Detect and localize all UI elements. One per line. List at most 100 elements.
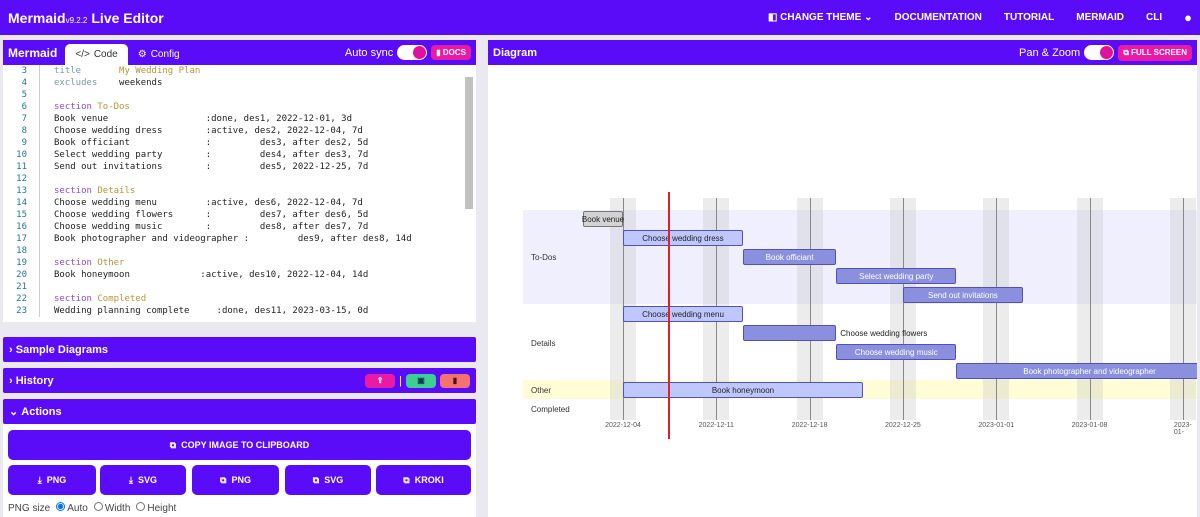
nav-tutorial[interactable]: TUTORIAL bbox=[1004, 12, 1054, 23]
code-line: 16 Choose wedding music : des8, after des… bbox=[3, 221, 476, 233]
download-icon: ⤓ bbox=[129, 474, 133, 485]
version: v9.2.2 bbox=[65, 15, 88, 25]
copy-image-button[interactable]: ⧉ COPY IMAGE TO CLIPBOARD bbox=[8, 430, 471, 460]
code-line: 12 bbox=[3, 173, 476, 185]
tab-label: Code bbox=[93, 49, 118, 60]
gantt-chart[interactable]: 2022-12-04 2022-12-11 2022-12-18 2022-12-25… bbox=[488, 65, 1197, 517]
clear-history-button[interactable]: ▮ bbox=[440, 373, 470, 388]
trash-icon: ▮ bbox=[452, 375, 458, 385]
github-icon[interactable]: ● bbox=[1184, 10, 1192, 25]
save-icon: ▣ bbox=[417, 375, 425, 385]
code-line: 7 Book venue :done, des1, 2022-12-01, 3d bbox=[3, 113, 476, 125]
code-token: Book honeymoon :active, des10, 2022-12-0… bbox=[54, 270, 369, 280]
code-icon: </> bbox=[75, 49, 90, 60]
radio-label: Auto bbox=[67, 503, 88, 514]
export-png-button[interactable]: ⧉ PNG bbox=[192, 465, 279, 495]
book-icon: ▮ bbox=[436, 48, 441, 57]
fullscreen-button[interactable]: ⧉ FULL SCREEN bbox=[1118, 44, 1192, 61]
export-svg-button[interactable]: ⤓ SVG bbox=[100, 465, 186, 495]
panzoom-label: Pan & Zoom bbox=[1019, 46, 1081, 59]
button-label: PNG bbox=[46, 475, 67, 485]
theme-icon: ◧ bbox=[767, 12, 778, 23]
grid-line bbox=[1182, 198, 1184, 420]
line-text: Choose wedding menu :active, des6, 2022-… bbox=[39, 197, 476, 209]
code-line: 13 section Details bbox=[3, 185, 476, 197]
png-size-width[interactable]: Width bbox=[93, 502, 131, 514]
accordion-label: Actions bbox=[21, 405, 62, 418]
tick-label: 2022-12-04 bbox=[605, 422, 641, 429]
code-token: weekends bbox=[119, 78, 163, 88]
code-editor[interactable]: 3 title My Wedding Plan 4 excludes weekends… bbox=[3, 65, 476, 322]
task-bar: Choose wedding flowers bbox=[742, 325, 927, 341]
export-kroki-button[interactable]: ⧉ KROKI bbox=[376, 465, 471, 495]
export-svg-button[interactable]: ⧉ SVG bbox=[285, 465, 371, 495]
line-text: section To-Dos bbox=[39, 101, 476, 113]
radio-auto[interactable] bbox=[56, 502, 66, 511]
autosync-toggle[interactable] bbox=[397, 45, 428, 60]
code-token: Book photographer and videographer : des… bbox=[54, 234, 412, 244]
line-text: section Details bbox=[39, 185, 476, 197]
code-line: 3 title My Wedding Plan bbox=[3, 65, 476, 77]
save-history-button[interactable]: ▣ bbox=[406, 373, 436, 388]
line-number: 7 bbox=[21, 114, 27, 124]
code-token: Select wedding party : des4, after des3,… bbox=[54, 150, 369, 160]
docs-button[interactable]: ▮ DOCS bbox=[431, 45, 471, 60]
line-text bbox=[39, 89, 476, 101]
code-token: Choose wedding menu :active, des6, 2022-… bbox=[54, 198, 363, 208]
line-text: section Other bbox=[39, 257, 476, 269]
line-number: 16 bbox=[16, 222, 27, 232]
code-token: excludes bbox=[54, 78, 120, 88]
brand-name: Mermaid bbox=[8, 9, 66, 26]
sample-diagrams-accordion[interactable]: › Sample Diagrams bbox=[3, 337, 476, 362]
line-number: 3 bbox=[21, 66, 27, 76]
radio-width[interactable] bbox=[93, 502, 103, 511]
tab-code[interactable]: </> Code bbox=[65, 44, 128, 65]
png-size-height[interactable]: Height bbox=[136, 502, 176, 514]
line-number: 20 bbox=[16, 270, 27, 280]
line-number: 10 bbox=[16, 150, 27, 160]
button-label: SVG bbox=[137, 475, 157, 485]
line-text: Choose wedding dress :active, des2, 2022… bbox=[39, 125, 476, 137]
panzoom-toggle[interactable] bbox=[1084, 45, 1115, 60]
actions-accordion[interactable]: ⌄ Actions bbox=[3, 399, 476, 424]
nav-mermaid[interactable]: MERMAID bbox=[1076, 12, 1124, 23]
export-png-button[interactable]: ⤓ PNG bbox=[8, 465, 96, 495]
tick-label: 2022-12-25 bbox=[885, 422, 921, 429]
line-text bbox=[39, 245, 476, 257]
line-text: Wedding planning complete :done, des11, … bbox=[39, 305, 476, 317]
diagram-header: Diagram Pan & Zoom ⧉ FULL SCREEN bbox=[488, 40, 1197, 65]
editor-scrollbar[interactable] bbox=[465, 77, 473, 209]
task-label: Book honeymoon bbox=[711, 385, 775, 395]
task-bar: Book honeymoon bbox=[623, 382, 863, 398]
line-number: 22 bbox=[16, 294, 27, 304]
tick-label: 2023-01-08 bbox=[1071, 422, 1108, 429]
external-link-icon: ⧉ bbox=[220, 474, 227, 485]
section-label: Other bbox=[531, 386, 552, 395]
radio-label: Width bbox=[104, 503, 131, 514]
code-line: 19 section Other bbox=[3, 257, 476, 269]
editor-header: Mermaid </> Code ⚙ Config Auto sync ▮ DOCS bbox=[3, 40, 476, 65]
line-text: Book officiant : des3, after des2, 5d bbox=[39, 137, 476, 149]
nav-cli[interactable]: CLI bbox=[1146, 12, 1162, 23]
tab-config[interactable]: ⚙ Config bbox=[128, 44, 190, 65]
brand[interactable]: Mermaid v9.2.2 Live Editor bbox=[8, 10, 164, 26]
upload-button[interactable]: ⇪ bbox=[365, 373, 396, 388]
copy-icon: ⧉ bbox=[169, 439, 177, 450]
download-icon: ⤓ bbox=[37, 474, 42, 485]
line-number: 14 bbox=[16, 198, 27, 208]
history-accordion[interactable]: › History ⇪ | ▣ ▮ bbox=[3, 368, 476, 393]
line-text: Book photographer and videographer : des… bbox=[39, 233, 476, 245]
line-text: Choose wedding flowers : des7, after des… bbox=[39, 209, 476, 221]
code-line: 22 section Completed bbox=[3, 293, 476, 305]
nav-documentation[interactable]: DOCUMENTATION bbox=[894, 12, 981, 23]
today-line bbox=[668, 192, 670, 439]
code-token: section bbox=[54, 258, 98, 268]
diagram-title: Diagram bbox=[493, 46, 538, 59]
png-size-auto[interactable]: Auto bbox=[56, 502, 88, 514]
radio-height[interactable] bbox=[136, 502, 146, 511]
task-label: Select wedding party bbox=[859, 271, 934, 281]
code-line: 10 Select wedding party : des4, after des… bbox=[3, 149, 476, 161]
nav-change-theme[interactable]: ◧ CHANGE THEME ⌄ bbox=[768, 12, 873, 23]
code-token: Send out invitations : des5, 2022-12-25,… bbox=[54, 162, 369, 172]
code-token: section bbox=[54, 102, 98, 112]
